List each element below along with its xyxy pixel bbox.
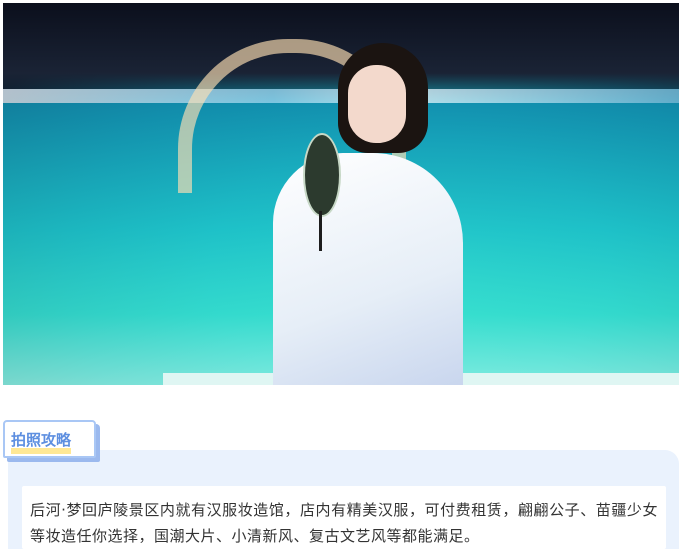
section-label-text: 拍照攻略: [11, 431, 72, 449]
fan-handle: [319, 211, 322, 251]
face: [348, 65, 406, 143]
section-label: 拍照攻略: [3, 420, 96, 458]
round-fan: [303, 133, 341, 217]
woman-in-hanfu: [233, 43, 463, 385]
description-text: 后河·梦回庐陵景区内就有汉服妆造馆，店内有精美汉服，可付费租赁，翩翩公子、苗疆少…: [30, 501, 658, 545]
hanfu-photo: [3, 3, 679, 385]
white-robe: [273, 153, 463, 385]
